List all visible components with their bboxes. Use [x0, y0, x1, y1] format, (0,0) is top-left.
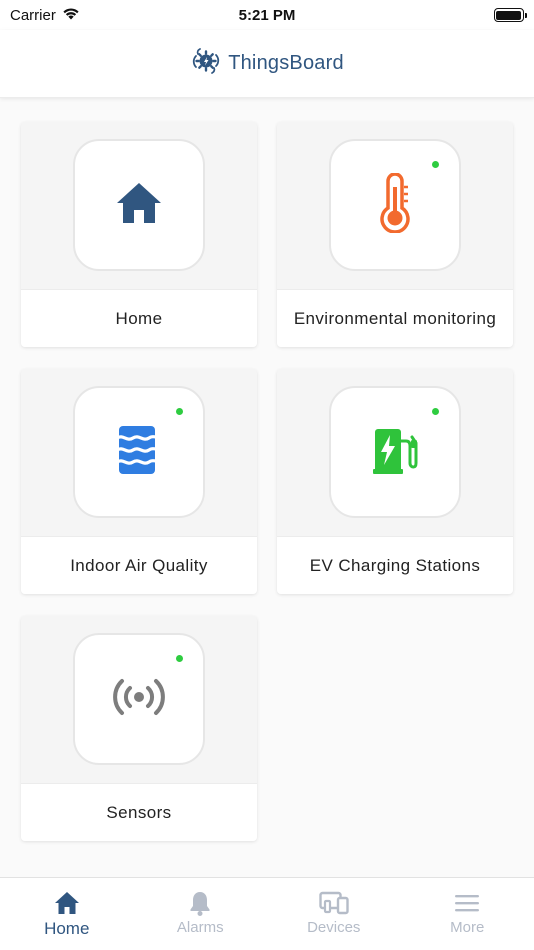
thermometer-icon	[377, 171, 413, 238]
tile-icon-area	[277, 369, 513, 535]
sensor-signal-icon	[112, 678, 166, 721]
status-left: Carrier	[10, 6, 150, 24]
dashboard-grid: Home Environmental monitoring Indoor Air…	[21, 122, 513, 841]
status-right	[384, 8, 527, 22]
wifi-icon	[62, 6, 80, 24]
tile-label: Sensors	[21, 783, 257, 841]
tile-indoor-air-quality[interactable]: Indoor Air Quality	[21, 369, 257, 594]
status-bar: Carrier 5:21 PM	[0, 0, 534, 30]
devices-icon	[319, 890, 349, 916]
app-header: ThingsBoard	[0, 30, 534, 98]
tile-ev-charging-stations[interactable]: EV Charging Stations	[277, 369, 513, 594]
tile-sensors[interactable]: Sensors	[21, 616, 257, 841]
online-status-dot	[432, 161, 439, 168]
tile-icon-box	[329, 386, 461, 518]
battery-icon	[493, 8, 527, 22]
tile-icon-box	[73, 139, 205, 271]
bottom-nav: Home Alarms Devices More	[0, 877, 534, 950]
tile-icon-box	[73, 386, 205, 518]
tile-icon-area	[21, 122, 257, 288]
tile-icon-area	[21, 616, 257, 782]
thingsboard-logo-icon	[190, 45, 222, 82]
nav-label: Devices	[307, 919, 361, 936]
ev-charger-icon	[372, 425, 418, 480]
tile-label: Indoor Air Quality	[21, 536, 257, 594]
menu-icon	[454, 890, 480, 916]
nav-item-more[interactable]: More	[401, 878, 534, 950]
house-icon	[115, 181, 163, 230]
tile-environmental-monitoring[interactable]: Environmental monitoring	[277, 122, 513, 347]
tile-home[interactable]: Home	[21, 122, 257, 347]
online-status-dot	[432, 408, 439, 415]
nav-label: Alarms	[176, 919, 224, 936]
tile-label: Environmental monitoring	[277, 289, 513, 347]
nav-item-devices[interactable]: Devices	[267, 878, 401, 950]
bell-icon	[189, 890, 211, 916]
tile-icon-box	[73, 633, 205, 765]
nav-item-home[interactable]: Home	[0, 878, 134, 950]
tile-icon-box	[329, 139, 461, 271]
online-status-dot	[176, 655, 183, 662]
tile-icon-area	[21, 369, 257, 535]
tile-label: EV Charging Stations	[277, 536, 513, 594]
carrier-name: Carrier	[10, 6, 56, 24]
status-time: 5:21 PM	[238, 6, 296, 24]
tile-icon-area	[277, 122, 513, 288]
tile-label: Home	[21, 289, 257, 347]
online-status-dot	[176, 408, 183, 415]
home-icon	[54, 890, 80, 916]
nav-label: Home	[44, 919, 90, 938]
nav-item-alarms[interactable]: Alarms	[134, 878, 268, 950]
nav-label: More	[450, 919, 485, 936]
air-quality-icon	[115, 424, 163, 481]
brand-name: ThingsBoard	[228, 52, 344, 74]
